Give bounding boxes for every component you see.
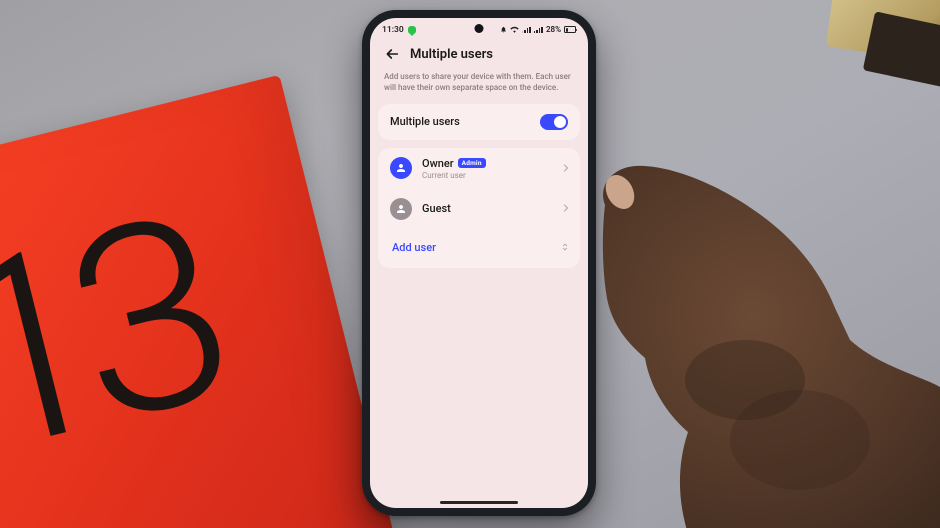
product-box-number: 13 [0,160,237,516]
page-description: Add users to share your device with them… [370,66,588,104]
messaging-icon [408,26,416,34]
add-user-row[interactable]: Add user [378,229,580,268]
hand [550,110,940,528]
status-bar-right: 28% [500,25,576,34]
multiple-users-toggle-label: Multiple users [390,115,460,128]
signal-secondary-icon [534,26,543,33]
memory-card [847,493,890,523]
add-user-label: Add user [392,241,436,254]
alarm-icon [500,26,507,33]
user-row-owner[interactable]: Owner Admin Current user [378,148,580,189]
page-title: Multiple users [410,47,493,62]
admin-badge: Admin [458,158,486,168]
page-header: Multiple users [370,38,588,66]
signal-primary-icon [522,26,531,33]
guest-name: Guest [422,202,451,215]
owner-subtitle: Current user [422,171,550,180]
product-box: 13 [0,75,405,528]
front-camera [475,24,484,33]
user-row-guest[interactable]: Guest [378,189,580,229]
multiple-users-toggle-row[interactable]: Multiple users [378,104,580,140]
back-icon[interactable] [384,46,400,62]
background-object-dark [863,11,940,88]
guest-avatar-icon [390,198,412,220]
status-bar-left: 11:30 [382,25,416,35]
multiple-users-toggle-card: Multiple users [378,104,580,140]
owner-name: Owner [422,157,454,170]
multiple-users-switch[interactable] [540,114,568,130]
wifi-icon [510,26,519,33]
chevron-right-icon [560,159,572,178]
clock: 11:30 [382,25,404,35]
chevron-right-icon [560,199,572,218]
users-card: Owner Admin Current user Guest [378,148,580,268]
owner-avatar-icon [390,157,412,179]
home-indicator[interactable] [440,501,518,504]
battery-percent: 28% [546,25,561,34]
phone-screen: 11:30 28% [370,18,588,508]
phone-frame: 11:30 28% [362,10,596,516]
sort-icon [560,238,570,257]
battery-icon [564,26,576,33]
